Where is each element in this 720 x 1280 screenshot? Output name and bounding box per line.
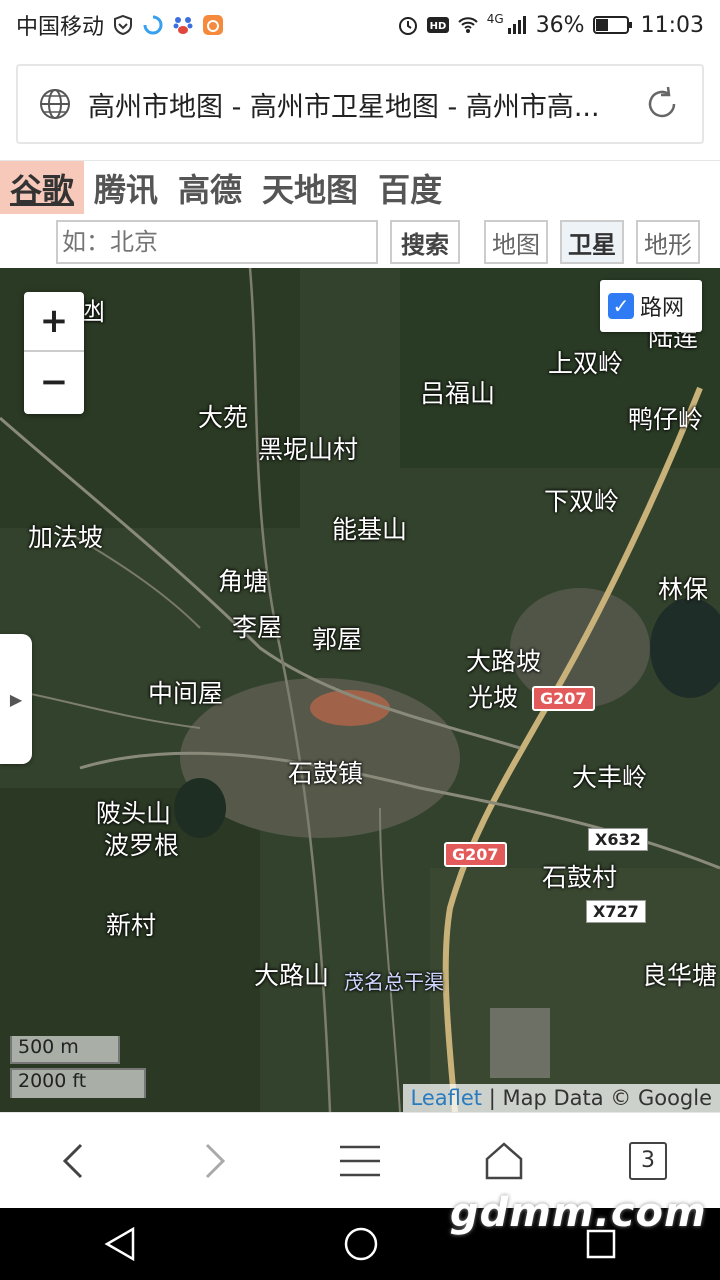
tab-count: 3 — [629, 1141, 667, 1180]
map-label: 大苑 — [198, 403, 249, 432]
map-label: 良华塘 — [642, 961, 718, 990]
map-label: 波罗根 — [104, 831, 180, 860]
chevron-right-icon: ▶ — [9, 689, 23, 709]
carrier-label: 中国移动 — [16, 15, 105, 40]
tab-tianditu[interactable]: 天地图 — [252, 161, 368, 215]
map-label: 郭屋 — [312, 625, 363, 654]
map-label: 新村 — [106, 911, 157, 940]
status-bar: 中国移动 HD 4G 36% 11:03 — [0, 0, 720, 50]
map-label: 吕福山 — [420, 379, 496, 408]
svg-text:HD: HD — [429, 21, 446, 32]
map-label: 下双岭 — [544, 487, 620, 516]
road-shield: G207 — [532, 686, 595, 711]
map-label: 李屋 — [232, 613, 283, 642]
zoom-out-button[interactable]: − — [24, 352, 84, 412]
menu-button[interactable] — [330, 1131, 390, 1191]
search-row: 搜索 地图 卫星 地形 — [0, 214, 720, 268]
tab-google[interactable]: 谷歌 — [0, 160, 85, 215]
hd-icon: HD — [426, 17, 449, 33]
zoom-control: + − — [24, 292, 84, 414]
map-label: 林保 — [658, 575, 709, 604]
road-layer-label: 路网 — [640, 296, 685, 321]
map-type-satellite-button[interactable]: 卫星 — [560, 220, 624, 264]
scale-imperial: 2000 ft — [10, 1068, 146, 1098]
battery-icon — [592, 16, 632, 34]
home-icon — [485, 1141, 523, 1179]
zoom-in-button[interactable]: + — [24, 292, 84, 352]
forward-button[interactable] — [186, 1131, 246, 1191]
road-shield: X727 — [586, 900, 646, 923]
alarm-icon — [398, 17, 417, 35]
chevron-right-icon — [205, 1143, 226, 1178]
address-bar[interactable]: 高州市地图 - 高州市卫星地图 - 高州市高... — [16, 64, 704, 144]
map-label: 黑坭山村 — [258, 435, 359, 464]
shield-icon — [114, 14, 133, 36]
map-attribution: Leaflet | Map Data © Google — [402, 1084, 720, 1112]
map-type-map-button[interactable]: 地图 — [484, 220, 548, 264]
map-label: 鸭仔岭 — [628, 405, 704, 434]
map-label: 光坡 — [468, 683, 519, 712]
map-label: 能基山 — [332, 515, 408, 544]
map-label: 大丰岭 — [572, 763, 648, 792]
tab-tencent[interactable]: 腾讯 — [84, 161, 168, 215]
attribution-text: | Map Data © Google — [482, 1086, 712, 1110]
satellite-map[interactable]: 凼 吕福山 上双岭 陆莲 大苑 黑坭山村 鸭仔岭 下双岭 加法坡 能基山 角塘 … — [0, 268, 720, 1112]
map-label: 角塘 — [218, 567, 269, 596]
map-label: 大路坡 — [466, 647, 542, 676]
road-layer-toggle[interactable]: ✓ 路网 — [600, 280, 702, 332]
tab-gaode[interactable]: 高德 — [168, 161, 252, 215]
back-button[interactable] — [42, 1131, 102, 1191]
baidu-icon — [173, 17, 193, 34]
refresh-icon[interactable] — [642, 84, 682, 124]
tab-baidu[interactable]: 百度 — [368, 161, 452, 215]
scale-metric: 500 m — [10, 1036, 120, 1064]
map-label: 中间屋 — [148, 679, 224, 708]
page-title[interactable]: 高州市地图 - 高州市卫星地图 - 高州市高... — [88, 85, 628, 124]
leaflet-link[interactable]: Leaflet — [411, 1086, 483, 1110]
signal-icon — [507, 16, 526, 34]
search-button[interactable]: 搜索 — [390, 220, 460, 264]
map-label: 加法坡 — [28, 523, 104, 552]
wifi-icon — [458, 17, 478, 33]
menu-icon — [340, 1145, 380, 1176]
app-icon — [203, 15, 224, 35]
road-shield: X632 — [588, 828, 648, 851]
chevron-left-icon — [62, 1143, 83, 1178]
tabs-button[interactable]: 3 — [618, 1131, 678, 1191]
network-type: 4G — [486, 12, 504, 26]
map-label: 陂头山 — [96, 799, 172, 828]
checkbox-checked-icon[interactable]: ✓ — [608, 293, 634, 319]
clock: 11:03 — [640, 12, 704, 38]
home-button[interactable] — [474, 1131, 534, 1191]
map-label: 石鼓镇 — [288, 759, 364, 788]
side-panel-handle[interactable]: ▶ — [0, 634, 32, 764]
provider-tabs: 谷歌 腾讯 高德 天地图 百度 — [0, 160, 720, 215]
search-input[interactable] — [56, 220, 378, 264]
loading-icon — [143, 15, 163, 35]
home-circle-icon[interactable] — [343, 1226, 379, 1262]
map-type-terrain-button[interactable]: 地形 — [636, 220, 700, 264]
map-label: 茂名总干渠 — [344, 970, 444, 994]
map-label: 大路山 — [254, 961, 330, 990]
map-label: 石鼓村 — [542, 863, 618, 892]
map-label: 上双岭 — [548, 349, 624, 378]
battery-percent: 36% — [535, 12, 585, 38]
globe-icon — [40, 89, 70, 119]
back-triangle-icon[interactable] — [103, 1226, 137, 1262]
road-shield: G207 — [444, 842, 507, 867]
watermark-logo: gdmm.com — [450, 1190, 707, 1236]
